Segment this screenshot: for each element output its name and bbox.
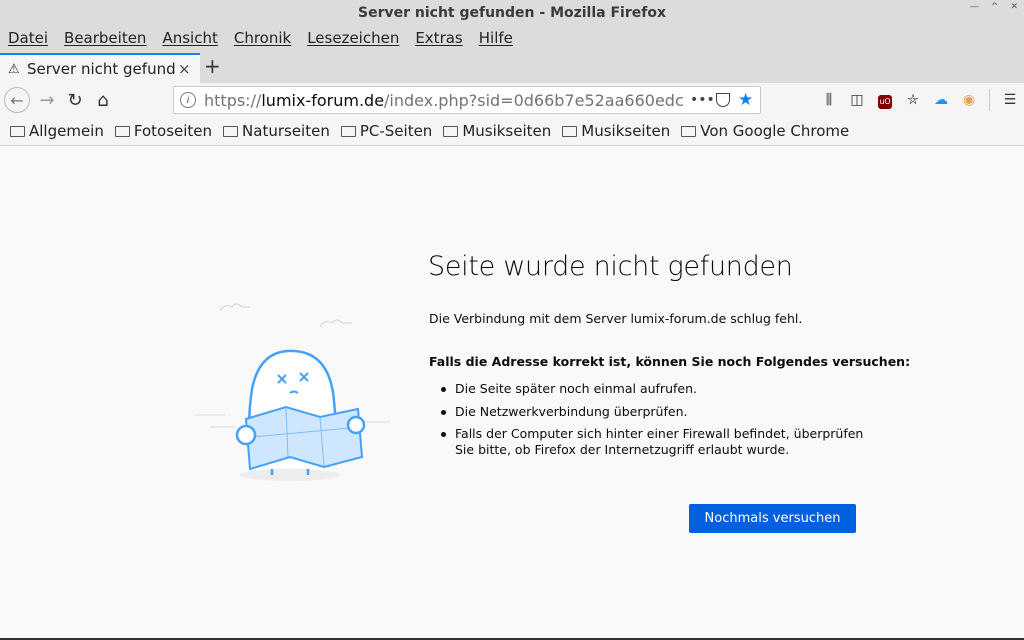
new-tab-button[interactable]: + [204,54,221,78]
window-titlebar: Server nicht gefunden - Mozilla Firefox … [0,0,1024,25]
folder-icon [10,125,25,137]
bookmark-label: Musikseiten [581,122,671,140]
home-button[interactable]: ⌂ [90,87,116,113]
window-title: Server nicht gefunden - Mozilla Firefox [358,4,666,21]
window-controls: — ^ ✕ [970,2,1018,12]
forward-button[interactable]: → [34,87,60,113]
retry-button[interactable]: Nochmals versuchen [689,504,856,533]
tab-strip: ⚠ Server nicht gefunden × [0,51,1024,83]
menu-lesezeichen[interactable]: Lesezeichen [307,29,399,47]
bookmark-label: Von Google Chrome [700,122,850,140]
url-prefix: https:// [204,90,262,110]
reload-button[interactable]: ↻ [62,87,88,113]
error-title: Seite wurde nicht gefunden [428,251,793,282]
reload-icon: ↻ [67,89,83,111]
folder-icon [223,125,239,137]
bookmark-folder[interactable]: PC-Seiten [340,122,433,140]
error-description: Die Verbindung mit dem Server lumix-foru… [429,311,803,326]
tab-close-icon[interactable]: × [178,60,191,78]
list-item: Falls der Computer sich hinter einer Fir… [441,426,881,457]
bookmark-folder[interactable]: Musikseiten [562,122,670,140]
tab-current[interactable]: ⚠ Server nicht gefunden × [0,53,200,83]
bookmark-star-icon[interactable]: ★ [738,90,753,110]
menu-chronik[interactable]: Chronik [234,29,291,47]
bookmark-label: Musikseiten [462,122,552,140]
back-button[interactable]: ← [4,87,30,113]
lost-map-illustration [195,303,390,481]
folder-icon [114,125,130,137]
error-suggestions-heading: Falls die Adresse korrekt ist, können Si… [429,354,911,369]
url-text[interactable]: https://lumix-forum.de/index.php?sid=0d6… [204,91,684,110]
toolbar-separator [989,89,990,111]
ublock-icon[interactable]: uO [871,92,899,109]
minimize-icon[interactable]: — [970,2,979,12]
folder-icon [340,125,356,137]
arrow-right-icon: → [39,89,55,111]
library-icon[interactable]: ⫼ [815,92,843,108]
color-extension-icon[interactable]: ◉ [955,92,983,108]
arrow-left-icon: ← [10,90,24,110]
hamburger-menu-icon[interactable]: ☰ [996,92,1024,108]
bookmark-folder[interactable]: Musikseiten [443,122,551,140]
bookmark-label: Allgemein [29,122,104,140]
url-bar[interactable]: i https://lumix-forum.de/index.php?sid=0… [173,86,761,114]
cloud-icon[interactable]: ☁ [927,92,955,108]
url-path: /index.php?sid=0d66b7e52aa660edc095 [384,90,684,110]
bookmark-label: Naturseiten [242,122,330,140]
toolbar-icons: ⫼ ◫ uO ⛦ ☁ ◉ ☰ [815,83,1024,117]
menu-hilfe[interactable]: Hilfe [479,29,513,47]
close-window-icon[interactable]: ✕ [1010,2,1018,12]
bookmark-folder[interactable]: Fotoseiten [114,122,213,140]
sidebar-icon[interactable]: ◫ [843,92,871,108]
folder-icon [443,125,459,137]
bookmark-folder[interactable]: Allgemein [10,122,104,140]
menu-datei[interactable]: Datei [8,29,48,47]
home-icon: ⌂ [97,89,109,111]
folder-icon [562,125,578,137]
error-page: Seite wurde nicht gefunden Die Verbindun… [0,147,1024,640]
menu-bearbeiten[interactable]: Bearbeiten [64,29,146,47]
error-suggestions-list: Die Seite später noch einmal aufrufen. D… [441,381,881,464]
bookmarks-toolbar: Allgemein Fotoseiten Naturseiten PC-Seit… [0,117,1024,146]
page-actions-icon[interactable]: ••• [690,92,715,108]
site-info-icon[interactable]: i [180,92,196,108]
navigation-bar: ← → ↻ ⌂ i https://lumix-forum.de/index.p… [0,83,1024,117]
menu-extras[interactable]: Extras [415,29,462,47]
menu-bar: Datei Bearbeiten Ansicht Chronik Lesezei… [0,25,1024,51]
bookmark-folder[interactable]: Naturseiten [223,122,330,140]
list-item: Die Netzwerkverbindung überprüfen. [441,404,881,420]
extension-icon[interactable]: ⛦ [899,92,927,108]
menu-ansicht[interactable]: Ansicht [162,29,217,47]
bookmark-folder[interactable]: Von Google Chrome [681,122,849,140]
bookmark-label: PC-Seiten [359,122,433,140]
warning-icon: ⚠ [8,61,20,77]
url-host: lumix-forum.de [261,90,385,110]
list-item: Die Seite später noch einmal aufrufen. [441,381,881,397]
pocket-icon[interactable] [716,93,730,107]
maximize-icon[interactable]: ^ [991,2,999,12]
folder-icon [681,125,697,137]
bookmark-label: Fotoseiten [133,122,213,140]
tab-title: Server nicht gefunden [27,60,175,78]
